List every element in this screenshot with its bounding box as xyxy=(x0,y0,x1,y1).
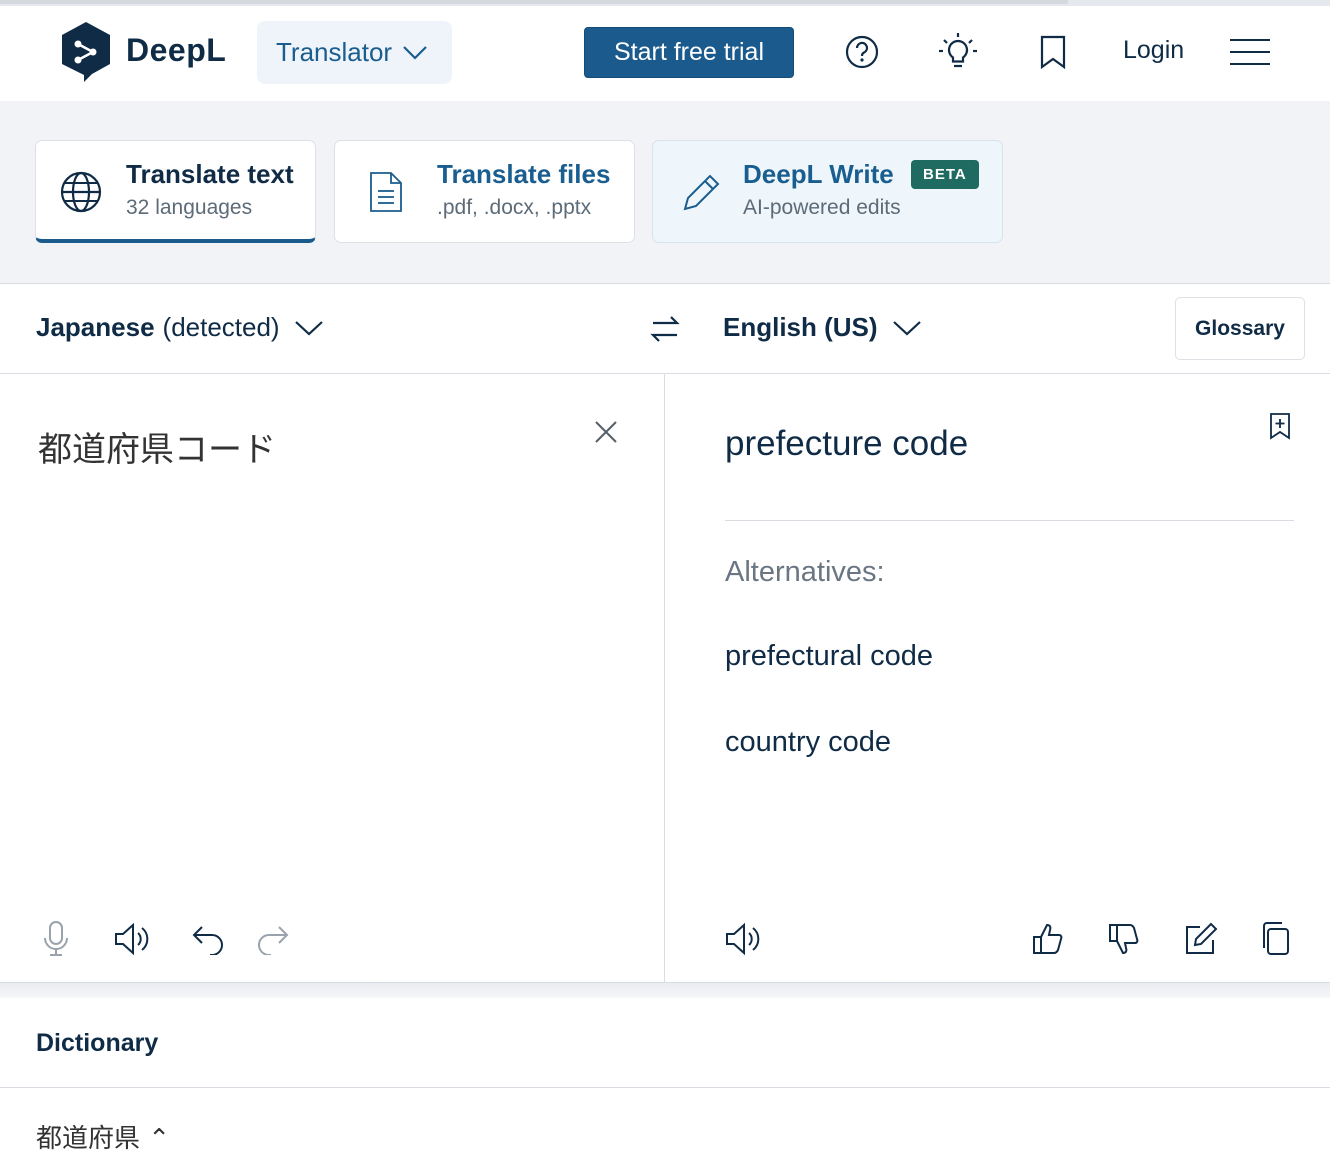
redo-icon xyxy=(258,926,289,955)
microphone-icon xyxy=(44,921,68,956)
speaker-icon xyxy=(726,922,760,956)
redo-button[interactable] xyxy=(252,919,292,959)
edit-translation-button[interactable] xyxy=(1180,919,1220,959)
tips-button[interactable] xyxy=(938,32,978,72)
chevron-down-icon xyxy=(294,320,323,335)
tab-translate-files[interactable]: Translate files .pdf, .docx, .pptx xyxy=(334,140,635,243)
login-link[interactable]: Login xyxy=(1123,36,1184,65)
saved-translations-button[interactable] xyxy=(1033,32,1073,72)
help-button[interactable] xyxy=(842,32,882,72)
alternatives-label: Alternatives: xyxy=(725,556,885,588)
pencil-icon xyxy=(683,174,720,211)
source-language-status: (detected) xyxy=(162,312,280,342)
thumbs-down-icon xyxy=(1109,924,1139,955)
listen-translation-button[interactable] xyxy=(723,919,763,959)
tab-title: Translate text xyxy=(126,159,294,189)
document-icon xyxy=(370,172,402,212)
target-panel: prefecture code Alternatives: prefectura… xyxy=(666,374,1330,982)
tab-title: Translate files xyxy=(437,159,611,189)
swap-languages-icon[interactable] xyxy=(645,309,685,349)
translation-output[interactable]: prefecture code xyxy=(725,424,968,464)
dictionary-title: Dictionary xyxy=(36,1029,159,1057)
alternative-item[interactable]: country code xyxy=(725,726,891,759)
deepl-logo-icon[interactable] xyxy=(58,20,114,84)
browser-tab-strip xyxy=(0,0,1068,4)
edit-icon xyxy=(1186,922,1218,954)
language-bar: Japanese (detected) English (US) Glossar… xyxy=(0,284,1330,374)
divider xyxy=(725,520,1294,521)
product-menu-label: Translator xyxy=(276,37,393,67)
source-text-input[interactable]: 都道府県コード xyxy=(38,422,276,471)
speaker-icon xyxy=(115,922,149,956)
tab-subtitle: AI-powered edits xyxy=(743,196,901,219)
hamburger-menu-icon xyxy=(1230,39,1270,65)
source-language-name: Japanese xyxy=(36,312,155,342)
rate-bad-button[interactable] xyxy=(1104,919,1144,959)
source-panel: 都道府県コード xyxy=(0,374,665,982)
thumbs-up-icon xyxy=(1033,923,1063,954)
tab-title: DeepL Write xyxy=(743,159,894,189)
listen-source-button[interactable] xyxy=(112,919,152,959)
target-language-name: English (US) xyxy=(723,312,878,342)
chevron-down-icon xyxy=(892,320,921,335)
globe-icon xyxy=(60,171,102,213)
mode-selector: Translate text 32 languages Translate fi… xyxy=(0,101,1330,284)
undo-button[interactable] xyxy=(189,919,229,959)
tab-subtitle: 32 languages xyxy=(126,196,253,219)
site-header: DeepL Translator Start free trial Login xyxy=(0,6,1330,101)
tab-deepl-write[interactable]: DeepL Write BETA AI-powered edits xyxy=(652,140,1003,243)
copy-icon xyxy=(1263,922,1289,955)
dictionary-section: Dictionary xyxy=(0,998,1330,1088)
lightbulb-icon xyxy=(939,33,977,68)
bookmark-icon xyxy=(1040,35,1066,70)
help-icon xyxy=(845,35,879,69)
main-menu-button[interactable] xyxy=(1229,32,1271,72)
chevron-down-icon xyxy=(403,45,427,60)
undo-icon xyxy=(192,926,223,955)
dictionary-entry-peek[interactable]: 都道府県 ⌃ xyxy=(36,1118,170,1155)
copy-translation-button[interactable] xyxy=(1256,919,1296,959)
dictate-button[interactable] xyxy=(36,919,76,959)
brand-name[interactable]: DeepL xyxy=(126,32,226,69)
start-free-trial-button[interactable]: Start free trial xyxy=(584,27,794,78)
rate-good-button[interactable] xyxy=(1028,919,1068,959)
bookmark-add-icon[interactable] xyxy=(1268,412,1292,440)
target-language-select[interactable]: English (US) xyxy=(723,312,922,343)
close-icon[interactable] xyxy=(592,418,620,446)
beta-badge: BETA xyxy=(911,160,979,189)
tab-translate-text[interactable]: Translate text 32 languages xyxy=(35,140,316,243)
tab-subtitle: .pdf, .docx, .pptx xyxy=(437,196,592,219)
alternative-item[interactable]: prefectural code xyxy=(725,640,933,673)
panel-separator xyxy=(0,982,1330,998)
glossary-button[interactable]: Glossary xyxy=(1175,297,1305,360)
source-language-select[interactable]: Japanese (detected) xyxy=(36,312,324,343)
product-menu-button[interactable]: Translator xyxy=(257,21,452,84)
